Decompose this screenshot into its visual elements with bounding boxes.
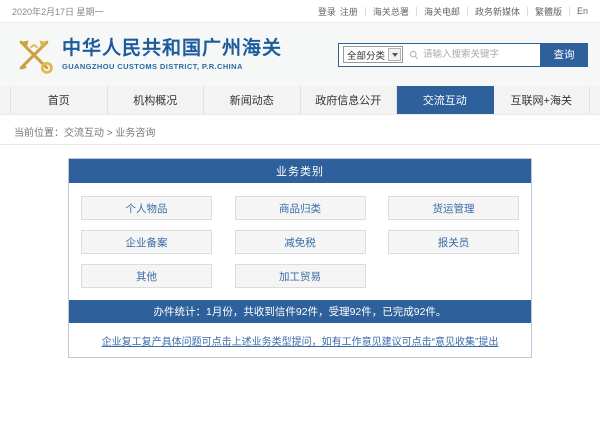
category-enterprise-registration[interactable]: 企业备案 [81,230,212,254]
divider [527,7,528,16]
main-nav: 首页 机构概况 新闻动态 政府信息公开 交流互动 互联网+海关 [0,86,600,115]
panel-title: 业务类别 [69,159,531,183]
current-date: 2020年2月17日 星期一 [12,5,104,18]
search-input[interactable] [419,49,540,60]
nav-item-news[interactable]: 新闻动态 [204,86,301,114]
breadcrumb-row: 当前位置：交流互动 > 业务咨询 [0,119,600,145]
search-category-select[interactable]: 全部分类 [343,46,403,63]
divider [569,7,570,16]
nav-item-home[interactable]: 首页 [10,86,108,114]
category-customs-broker[interactable]: 报关员 [388,230,519,254]
resumption-notice-link[interactable]: 企业复工复产具体问题可点击上述业务类型提问，如有工作意见建议可点击“意见收集”提… [102,333,499,348]
case-statistics-bar: 办件统计：1月份，共收到信件92件，受理92件，已完成92件。 [69,300,531,323]
site-title: 中华人民共和国广州海关 [62,38,282,60]
category-personal-items[interactable]: 个人物品 [81,196,212,220]
category-cargo-management[interactable]: 货运管理 [388,196,519,220]
customs-emblem-icon [12,33,56,77]
search-icon [409,50,419,60]
breadcrumb: 当前位置：交流互动 > 业务咨询 [14,124,155,139]
divider [416,7,417,16]
register-link[interactable]: 注册 [340,5,358,18]
nav-item-interaction[interactable]: 交流互动 [397,86,494,114]
customs-hq-link[interactable]: 海关总署 [373,5,409,18]
search-submit-button[interactable]: 查询 [540,43,588,67]
notice-row: 企业复工复产具体问题可点击上述业务类型提问，如有工作意见建议可点击“意见收集”提… [69,323,531,357]
site-subtitle: GUANGZHOU CUSTOMS DISTRICT, P.R.CHINA [62,62,282,71]
nav-item-overview[interactable]: 机构概况 [108,86,205,114]
divider [467,7,468,16]
traditional-chinese-link[interactable]: 繁體版 [535,5,562,18]
gov-media-link[interactable]: 政务新媒体 [475,5,520,18]
customs-email-link[interactable]: 海关电邮 [424,5,460,18]
english-link[interactable]: En [577,6,588,16]
category-processing-trade[interactable]: 加工贸易 [235,264,366,288]
login-link[interactable]: 登录 [318,5,336,18]
category-goods-classification[interactable]: 商品归类 [235,196,366,220]
nav-item-gov-info[interactable]: 政府信息公开 [301,86,398,114]
nav-item-internet-customs[interactable]: 互联网+海关 [494,86,591,114]
business-category-panel: 业务类别 个人物品 商品归类 货运管理 企业备案 减免税 报关员 其他 加工贸易… [68,158,532,358]
search-field [403,49,540,60]
category-other[interactable]: 其他 [81,264,212,288]
site-header: 中华人民共和国广州海关 GUANGZHOU CUSTOMS DISTRICT, … [0,22,600,86]
category-grid: 个人物品 商品归类 货运管理 企业备案 减免税 报关员 其他 加工贸易 [69,183,531,299]
category-tax-reduction[interactable]: 减免税 [235,230,366,254]
chevron-down-icon[interactable] [388,48,401,61]
search-bar: 全部分类 查询 [338,43,588,67]
top-links: 登录 注册 海关总署 海关电邮 政务新媒体 繁體版 En [318,5,588,18]
search-category-value: 全部分类 [347,48,385,62]
top-utility-bar: 2020年2月17日 星期一 登录 注册 海关总署 海关电邮 政务新媒体 繁體版… [0,0,600,22]
site-brand: 中华人民共和国广州海关 GUANGZHOU CUSTOMS DISTRICT, … [62,38,282,71]
divider [365,7,366,16]
